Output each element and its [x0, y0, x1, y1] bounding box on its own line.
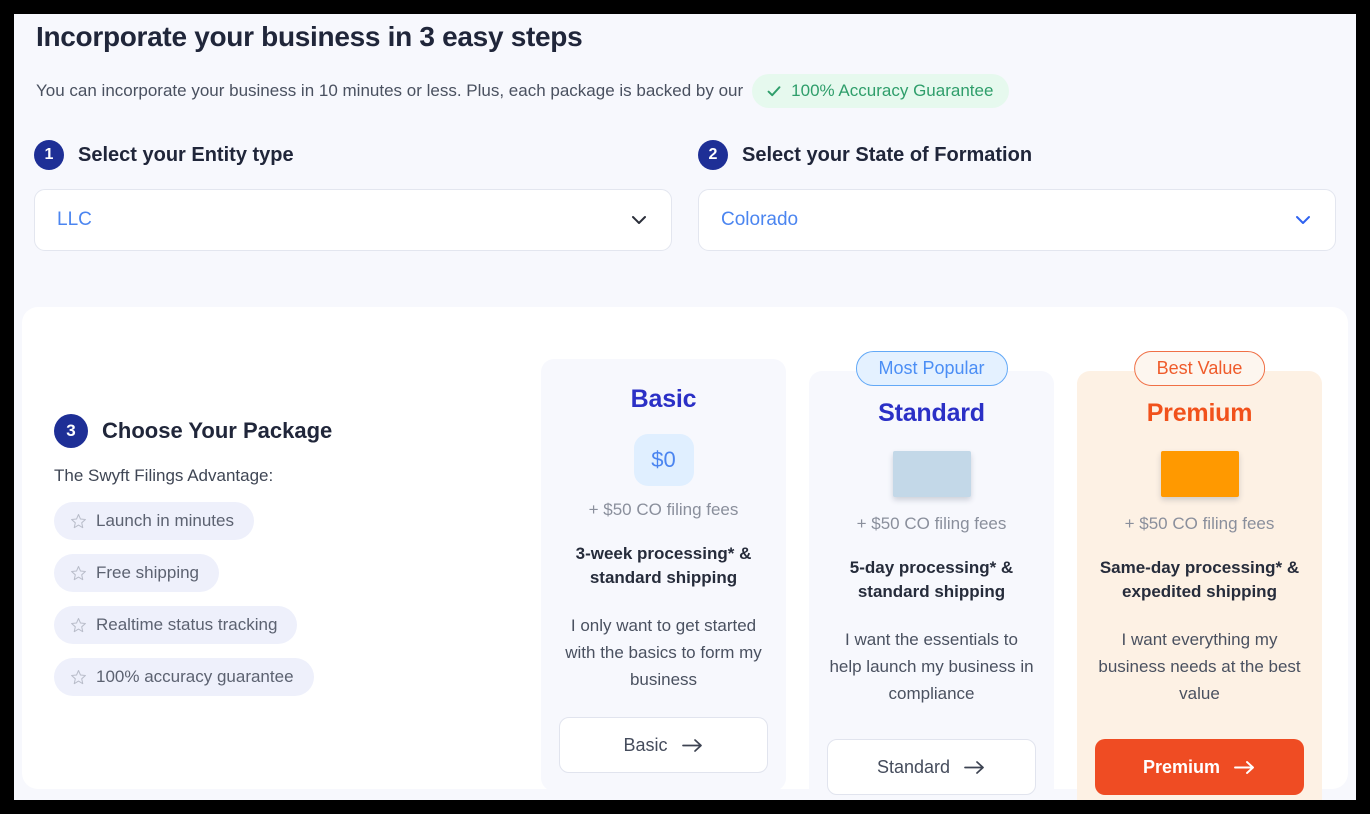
cta-label: Basic — [623, 734, 668, 755]
advantage-label: Free shipping — [96, 563, 200, 582]
advantage-label: 100% accuracy guarantee — [96, 667, 294, 686]
step-1-badge: 1 — [34, 140, 64, 170]
check-icon — [766, 83, 782, 99]
advantage-pill: Launch in minutes — [54, 502, 254, 540]
plan-price: $0 — [633, 434, 694, 486]
plan-fees: + $50 CO filing fees — [856, 514, 1007, 533]
advantage-label: Realtime status tracking — [96, 615, 278, 634]
step-1-header: 1 Select your Entity type — [34, 140, 672, 170]
select-basic-button[interactable]: Basic — [559, 717, 768, 773]
list-item: 100% accuracy guarantee — [54, 658, 541, 710]
plan-processing: Same-day processing* & expedited shippin… — [1099, 558, 1300, 601]
arrow-right-icon — [964, 759, 986, 776]
star-icon — [70, 565, 87, 582]
state-value: Colorado — [721, 209, 799, 230]
steps-row: 1 Select your Entity type LLC 2 Select y… — [14, 140, 1356, 251]
step-1-label: Select your Entity type — [78, 143, 294, 166]
chevron-down-icon[interactable] — [1293, 210, 1313, 230]
plan-card-standard[interactable]: Most Popular Standard + $50 CO filing fe… — [809, 351, 1054, 800]
accuracy-guarantee-badge: 100% Accuracy Guarantee — [752, 74, 1010, 108]
plan-processing: 3-week processing* & standard shipping — [575, 544, 752, 587]
arrow-right-icon — [1234, 759, 1256, 776]
advantage-label: Launch in minutes — [96, 511, 234, 530]
page-frame: Incorporate your business in 3 easy step… — [14, 14, 1356, 800]
cta-label: Standard — [876, 756, 951, 777]
step-3-header: 3 Choose Your Package — [54, 414, 541, 448]
star-icon — [70, 669, 87, 686]
arrow-right-icon — [681, 737, 704, 754]
state-select[interactable]: Colorado — [698, 189, 1336, 251]
plan-fees: + $50 CO filing fees — [588, 500, 739, 519]
plan-card-basic[interactable]: Basic $0 + $50 CO filing fees 3-week pro… — [541, 359, 786, 791]
plan-cards: Basic $0 + $50 CO filing fees 3-week pro… — [541, 331, 1336, 800]
step-entity-type: 1 Select your Entity type LLC — [34, 140, 672, 251]
entity-type-value: LLC — [57, 209, 92, 230]
plan-price-slot: $0 — [633, 434, 694, 486]
page-title: Incorporate your business in 3 easy step… — [36, 21, 583, 52]
plan-fees: + $50 CO filing fees — [1124, 514, 1275, 533]
packages-panel: 3 Choose Your Package The Swyft Filings … — [22, 307, 1348, 800]
best-value-badge: Best Value — [1133, 351, 1266, 386]
plan-blurb: I want everything my business needs at t… — [1098, 630, 1301, 703]
entity-type-select[interactable]: LLC — [34, 189, 672, 251]
advantage-pill: Realtime status tracking — [54, 606, 298, 644]
plan-price-slot — [1160, 448, 1239, 500]
select-standard-button[interactable]: Standard — [827, 739, 1036, 795]
advantage-pill: Free shipping — [54, 554, 220, 592]
plan-price-placeholder — [1160, 451, 1239, 497]
plan-title: Premium — [1146, 399, 1253, 427]
step-2-label: Select your State of Formation — [742, 143, 1033, 166]
cta-label: Premium — [1142, 756, 1221, 777]
list-item: Free shipping — [54, 554, 541, 606]
advantage-subtitle: The Swyft Filings Advantage: — [54, 466, 274, 485]
star-icon — [70, 513, 87, 530]
step-3-title: Choose Your Package — [102, 418, 333, 443]
header-subtitle-row: You can incorporate your business in 10 … — [36, 74, 1334, 108]
plan-processing: 5-day processing* & standard shipping — [849, 558, 1014, 601]
header: Incorporate your business in 3 easy step… — [14, 14, 1356, 108]
advantage-pill: 100% accuracy guarantee — [54, 658, 314, 696]
step-state-of-formation: 2 Select your State of Formation Colorad… — [698, 140, 1336, 251]
accuracy-guarantee-label: 100% Accuracy Guarantee — [791, 81, 994, 100]
chevron-down-icon[interactable] — [629, 210, 649, 230]
advantage-list: Launch in minutes Free shipping Realtime… — [54, 502, 541, 710]
step-2-badge: 2 — [698, 140, 728, 170]
plan-title: Standard — [878, 399, 985, 427]
plan-blurb: I only want to get started with the basi… — [565, 616, 762, 689]
plan-title: Basic — [630, 385, 697, 413]
list-item: Launch in minutes — [54, 502, 541, 554]
plan-price-slot — [892, 448, 971, 500]
plan-price-placeholder — [892, 451, 971, 497]
step-2-header: 2 Select your State of Formation — [698, 140, 1336, 170]
plan-blurb: I want the essentials to help launch my … — [829, 630, 1034, 703]
most-popular-badge: Most Popular — [855, 351, 1008, 386]
header-subtitle: You can incorporate your business in 10 … — [36, 81, 744, 100]
step-3-badge: 3 — [54, 414, 88, 448]
select-premium-button[interactable]: Premium — [1095, 739, 1304, 795]
list-item: Realtime status tracking — [54, 606, 541, 658]
star-icon — [70, 617, 87, 634]
advantage-column: 3 Choose Your Package The Swyft Filings … — [34, 331, 541, 789]
plan-card-premium[interactable]: Best Value Premium + $50 CO filing fees … — [1077, 351, 1322, 800]
